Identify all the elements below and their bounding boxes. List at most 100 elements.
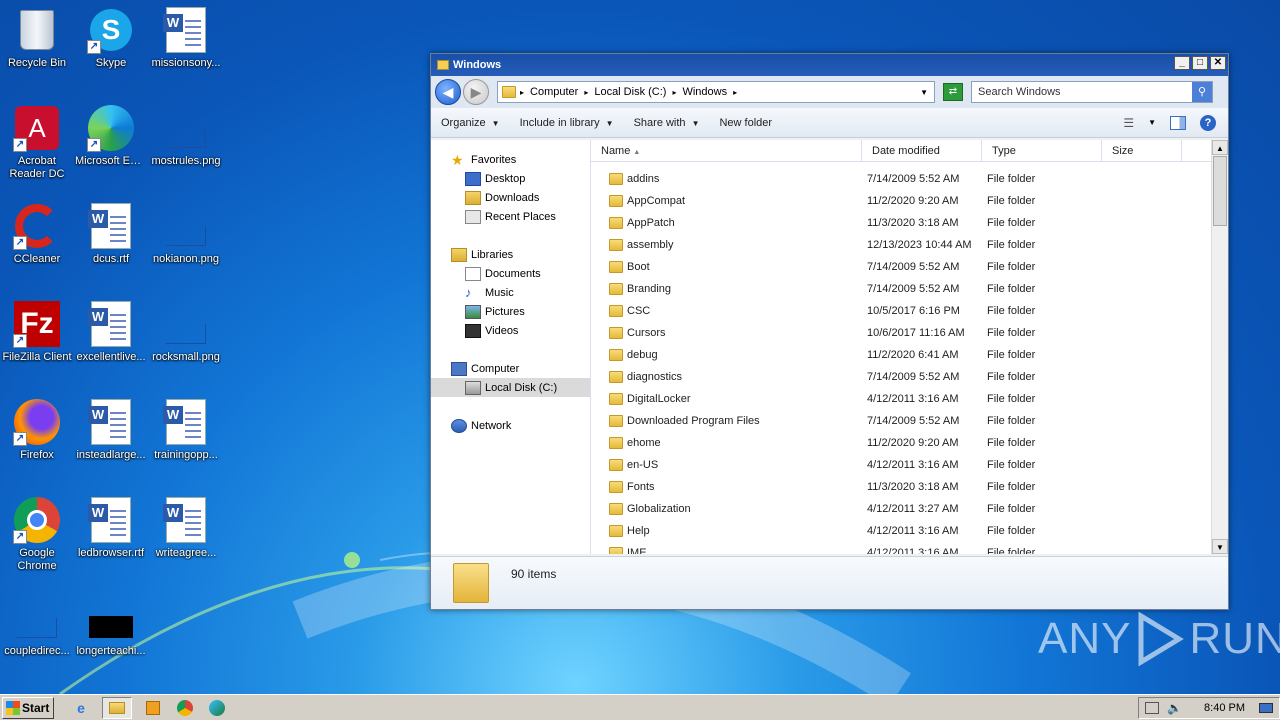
coupledirec-file-icon[interactable]: coupledirec... — [0, 594, 74, 658]
ccleaner-icon[interactable]: ↗ CCleaner — [0, 202, 74, 266]
internet-explorer-icon[interactable]: e — [70, 697, 92, 719]
excellentlive-doc-icon[interactable]: Wexcellentlive... — [74, 300, 148, 364]
google-chrome-icon[interactable]: ↗ Google Chrome — [0, 496, 74, 573]
vertical-scrollbar[interactable]: ▲ ▼ — [1211, 140, 1228, 554]
file-row[interactable]: Downloaded Program Files 7/14/2009 5:52 A… — [591, 410, 1210, 432]
file-row[interactable]: AppCompat 11/2/2020 9:20 AM File folder — [591, 190, 1210, 212]
nav-favorites[interactable]: ★ Favorites — [431, 150, 590, 169]
maximize-button[interactable]: □ — [1192, 56, 1208, 70]
nav-local-disk[interactable]: Local Disk (C:) — [431, 378, 590, 397]
search-input[interactable]: Search Windows ⚲ — [971, 81, 1213, 103]
nav-computer[interactable]: Computer — [431, 359, 590, 378]
network-tray-icon[interactable] — [1145, 701, 1160, 714]
nav-libraries[interactable]: Libraries — [431, 245, 590, 264]
chrome-icon[interactable] — [174, 697, 196, 719]
preview-pane-icon[interactable] — [1170, 115, 1186, 130]
rocksmall-png-icon[interactable]: rocksmall.png — [149, 300, 223, 364]
file-row[interactable]: en-US 4/12/2011 3:16 AM File folder — [591, 454, 1210, 476]
breadcrumb-localdisk[interactable]: Local Disk (C:) — [594, 86, 666, 98]
address-bar[interactable]: ▸ Computer ▸ Local Disk (C:) ▸ Windows ▸… — [497, 81, 935, 103]
shortcut-arrow-icon: ↗ — [13, 236, 27, 250]
breadcrumb-windows[interactable]: Windows — [682, 86, 727, 98]
file-row[interactable]: assembly 12/13/2023 10:44 AM File folder — [591, 234, 1210, 256]
recycle-bin-icon[interactable]: Recycle Bin — [0, 6, 74, 70]
edge-icon[interactable] — [206, 697, 228, 719]
google-chrome-image: ↗ — [13, 496, 61, 544]
writeagree-doc-icon[interactable]: Wwriteagree... — [149, 496, 223, 560]
start-button[interactable]: Start — [2, 696, 54, 719]
address-dropdown-icon[interactable]: ▼ — [920, 88, 928, 97]
search-icon[interactable]: ⚲ — [1192, 82, 1212, 102]
scroll-down-arrow[interactable]: ▼ — [1212, 539, 1228, 554]
back-button[interactable]: ◀ — [435, 79, 461, 105]
nokianon-png-icon[interactable]: nokianon.png — [149, 202, 223, 266]
clock[interactable]: 8:40 PM — [1204, 702, 1245, 714]
file-row[interactable]: Branding 7/14/2009 5:52 AM File folder — [591, 278, 1210, 300]
help-icon[interactable]: ? — [1200, 114, 1216, 131]
explorer-window[interactable]: Windows _ □ ✕ ◀ ▶ ▸ Computer ▸ Local Dis… — [430, 53, 1229, 610]
nav-downloads[interactable]: Downloads — [431, 188, 590, 207]
file-row[interactable]: Cursors 10/6/2017 11:16 AM File folder — [591, 322, 1210, 344]
nav-documents[interactable]: Documents — [431, 264, 590, 283]
folder-icon — [609, 305, 623, 317]
file-name: CSC — [627, 305, 651, 317]
file-row[interactable]: Globalization 4/12/2011 3:27 AM File folde… — [591, 498, 1210, 520]
column-name[interactable]: Name ▲ — [591, 140, 862, 161]
show-desktop-icon[interactable] — [1259, 702, 1273, 713]
longerteachi-file-icon[interactable]: longerteachi... — [74, 594, 148, 658]
scroll-thumb[interactable] — [1213, 156, 1227, 226]
refresh-button[interactable]: ⇄ — [943, 83, 963, 101]
nav-pictures[interactable]: Pictures — [431, 302, 590, 321]
column-size[interactable]: Size — [1102, 140, 1182, 161]
minimize-button[interactable]: _ — [1174, 56, 1190, 70]
file-name: Help — [627, 525, 650, 537]
insteadlarge-doc-icon[interactable]: Winsteadlarge... — [74, 398, 148, 462]
file-explorer-taskbar-icon[interactable] — [102, 696, 132, 719]
new-folder-button[interactable]: New folder — [719, 117, 772, 129]
file-row[interactable]: CSC 10/5/2017 6:16 PM File folder — [591, 300, 1210, 322]
file-row[interactable]: ehome 11/2/2020 9:20 AM File folder — [591, 432, 1210, 454]
skype-icon[interactable]: S ↗ Skype — [74, 6, 148, 70]
breadcrumb-computer[interactable]: Computer — [530, 86, 578, 98]
file-row[interactable]: addins 7/14/2009 5:52 AM File folder — [591, 168, 1210, 190]
videos-icon — [465, 323, 481, 338]
command-bar: Organize ▼ Include in library ▼ Share with… — [431, 108, 1228, 138]
share-with-button[interactable]: Share with ▼ — [634, 117, 700, 129]
file-row[interactable]: AppPatch 11/3/2020 3:18 AM File folder — [591, 212, 1210, 234]
file-row[interactable]: Boot 7/14/2009 5:52 AM File folder — [591, 256, 1210, 278]
mostrules-png-icon[interactable]: mostrules.png — [149, 104, 223, 168]
file-row[interactable]: Help 4/12/2011 3:16 AM File folder — [591, 520, 1210, 542]
volume-icon[interactable]: 🔈 — [1167, 701, 1182, 715]
ledbrowser-rtf-icon[interactable]: Wledbrowser.rtf — [74, 496, 148, 560]
trainingopp-doc-icon[interactable]: Wtrainingopp... — [149, 398, 223, 462]
scroll-up-arrow[interactable]: ▲ — [1212, 140, 1228, 155]
nav-desktop[interactable]: Desktop — [431, 169, 590, 188]
file-type: File folder — [987, 547, 1036, 554]
firefox-icon[interactable]: ↗ Firefox — [0, 398, 74, 462]
view-options-icon[interactable]: ☰ — [1123, 116, 1134, 130]
close-button[interactable]: ✕ — [1210, 56, 1226, 70]
column-type[interactable]: Type — [982, 140, 1102, 161]
view-dropdown-icon[interactable]: ▼ — [1148, 118, 1156, 127]
media-player-icon[interactable] — [142, 697, 164, 719]
file-row[interactable]: IME 4/12/2011 3:16 AM File folder — [591, 542, 1210, 554]
file-date: 7/14/2009 5:52 AM — [867, 283, 960, 295]
filezilla-icon[interactable]: Fz ↗ FileZilla Client — [0, 300, 74, 364]
include-library-button[interactable]: Include in library ▼ — [520, 117, 614, 129]
column-date-modified[interactable]: Date modified — [862, 140, 982, 161]
forward-button[interactable]: ▶ — [463, 79, 489, 105]
microsoft-edge-icon[interactable]: ↗ Microsoft Edge — [74, 104, 148, 168]
file-row[interactable]: Fonts 11/3/2020 3:18 AM File folder — [591, 476, 1210, 498]
file-row[interactable]: diagnostics 7/14/2009 5:52 AM File folder — [591, 366, 1210, 388]
nav-network[interactable]: Network — [431, 416, 590, 435]
file-row[interactable]: DigitalLocker 4/12/2011 3:16 AM File folde… — [591, 388, 1210, 410]
nav-recent-places[interactable]: Recent Places — [431, 207, 590, 226]
acrobat-reader-icon[interactable]: A ↗ Acrobat Reader DC — [0, 104, 74, 181]
nav-music[interactable]: ♪ Music — [431, 283, 590, 302]
organize-button[interactable]: Organize ▼ — [441, 117, 500, 129]
dcus-rtf-icon[interactable]: Wdcus.rtf — [74, 202, 148, 266]
nav-videos[interactable]: Videos — [431, 321, 590, 340]
window-titlebar[interactable]: Windows _ □ ✕ — [431, 54, 1228, 76]
missionsony-doc-icon[interactable]: Wmissionsony... — [149, 6, 223, 70]
file-row[interactable]: debug 11/2/2020 6:41 AM File folder — [591, 344, 1210, 366]
